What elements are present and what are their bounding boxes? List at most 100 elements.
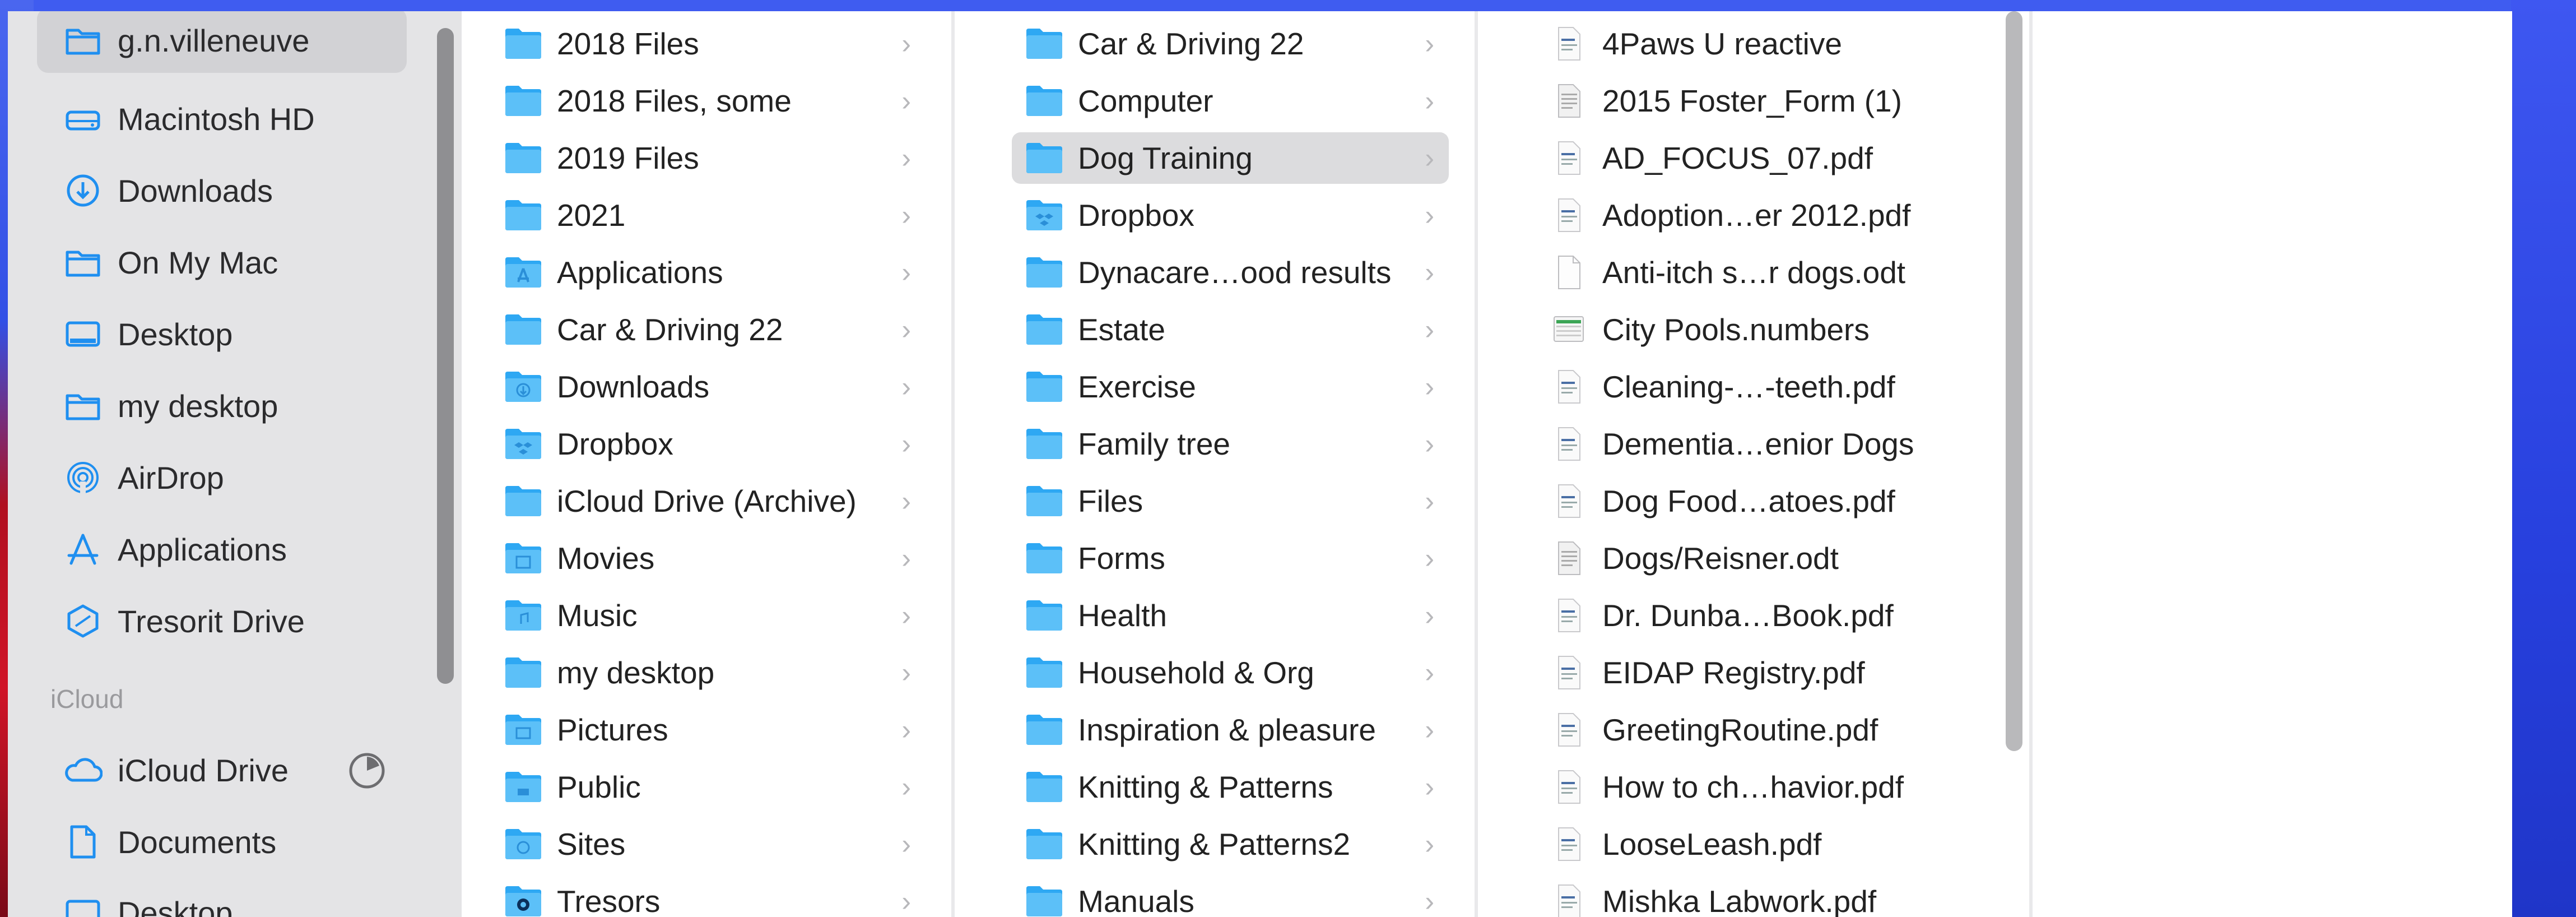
finder-window: g.n.villeneuve Macintosh HD Downloads On… — [8, 11, 2512, 917]
sidebar-item-label: Documents — [118, 824, 277, 860]
folder-row[interactable]: Dog Training › — [1012, 132, 1449, 184]
folder-row[interactable]: Inspiration & pleasure › — [1012, 704, 1449, 756]
folder-row[interactable]: Sites › — [491, 818, 926, 870]
file-row[interactable]: Mishka Labwork.pdf — [1536, 876, 2003, 917]
sidebar-item-label: Tresorit Drive — [118, 603, 305, 639]
item-name: Car & Driving 22 — [557, 312, 783, 347]
folder-icon — [63, 242, 103, 282]
column-divider[interactable] — [1475, 11, 1478, 917]
folder-row[interactable]: Movies › — [491, 532, 926, 584]
folder-row[interactable]: Exercise › — [1012, 361, 1449, 413]
folder-row[interactable]: Downloads › — [491, 361, 926, 413]
folder-row[interactable]: Tresors › — [491, 876, 926, 917]
document-file-icon — [1549, 84, 1589, 118]
item-name: Sites — [557, 827, 626, 862]
folder-row[interactable]: Dynacare…ood results › — [1012, 247, 1449, 298]
folder-row[interactable]: 2018 Files, some › — [491, 75, 926, 127]
folder-row[interactable]: Manuals › — [1012, 876, 1449, 917]
item-name: iCloud Drive (Archive) — [557, 484, 857, 518]
browser-column-3: 4Paws U reactive 2015 Foster_Form (1) AD_F… — [1514, 11, 2029, 917]
folder-row[interactable]: Car & Driving 22 › — [491, 304, 926, 355]
folder-row[interactable]: Files › — [1012, 475, 1449, 527]
file-row[interactable]: Dr. Dunba…Book.pdf — [1536, 590, 2003, 641]
folder-row[interactable]: Knitting & Patterns › — [1012, 761, 1449, 813]
item-name: Exercise — [1078, 369, 1196, 404]
browser-column-1: 2018 Files › 2018 Files, some › 2019 Files › 2… — [468, 11, 951, 917]
folder-row[interactable]: Applications › — [491, 247, 926, 298]
sidebar-item-macintosh-hd[interactable]: Macintosh HD — [37, 86, 407, 151]
sidebar-item-home[interactable]: g.n.villeneuve — [37, 11, 407, 73]
chevron-right-icon: › — [901, 428, 911, 460]
folder-row[interactable]: Household & Org › — [1012, 647, 1449, 698]
sidebar-item-applications[interactable]: Applications — [37, 517, 407, 582]
item-name: 2019 Files — [557, 141, 699, 175]
item-name: EIDAP Registry.pdf — [1602, 655, 1865, 690]
folder-row[interactable]: 2019 Files › — [491, 132, 926, 184]
folder-row[interactable]: Knitting & Patterns2 › — [1012, 818, 1449, 870]
folder-row[interactable]: my desktop › — [491, 647, 926, 698]
file-row[interactable]: GreetingRoutine.pdf — [1536, 704, 2003, 756]
sidebar-item-label: Downloads — [118, 173, 273, 209]
cloud-icon — [63, 750, 103, 790]
sidebar-section-icloud: iCloud — [50, 684, 124, 714]
sidebar-item-documents[interactable]: Documents — [37, 809, 407, 874]
item-name: Pictures — [557, 712, 668, 747]
file-row[interactable]: How to ch…havior.pdf — [1536, 761, 2003, 813]
folder-row[interactable]: Dropbox › — [491, 418, 926, 470]
folder-icon — [1024, 369, 1064, 404]
file-row[interactable]: Adoption…er 2012.pdf — [1536, 189, 2003, 241]
folder-row[interactable]: 2018 Files › — [491, 18, 926, 70]
numbers-file-icon — [1549, 312, 1589, 347]
file-row[interactable]: 2015 Foster_Form (1) — [1536, 75, 2003, 127]
file-row[interactable]: Anti-itch s…r dogs.odt — [1536, 247, 2003, 298]
folder-icon — [1024, 427, 1064, 461]
sidebar-item-icloud-drive[interactable]: iCloud Drive — [37, 738, 407, 803]
sync-progress-icon[interactable] — [348, 752, 385, 792]
file-row[interactable]: Dementia…enior Dogs — [1536, 418, 2003, 470]
file-row[interactable]: EIDAP Registry.pdf — [1536, 647, 2003, 698]
sidebar-item-desktop[interactable]: Desktop — [37, 302, 407, 367]
sidebar-item-tresorit-drive[interactable]: Tresorit Drive — [37, 589, 407, 654]
column-scrollbar[interactable] — [2006, 11, 2022, 751]
folder-row[interactable]: Car & Driving 22 › — [1012, 18, 1449, 70]
item-name: Family tree — [1078, 427, 1230, 461]
file-row[interactable]: LooseLeash.pdf — [1536, 818, 2003, 870]
folder-row[interactable]: Forms › — [1012, 532, 1449, 584]
airdrop-icon — [63, 457, 103, 498]
dropbox-folder-icon — [503, 427, 543, 461]
file-row[interactable]: AD_FOCUS_07.pdf — [1536, 132, 2003, 184]
folder-row[interactable]: Estate › — [1012, 304, 1449, 355]
folder-row[interactable]: Health › — [1012, 590, 1449, 641]
column-divider[interactable] — [951, 11, 955, 917]
folder-row[interactable]: Dropbox › — [1012, 189, 1449, 241]
chevron-right-icon: › — [901, 371, 911, 402]
folder-row[interactable]: Family tree › — [1012, 418, 1449, 470]
folder-row[interactable]: iCloud Drive (Archive) › — [491, 475, 926, 527]
desktop-icon — [63, 314, 103, 354]
sidebar-item-downloads[interactable]: Downloads — [37, 158, 407, 223]
sidebar-item-on-my-mac[interactable]: On My Mac — [37, 230, 407, 295]
sidebar-scrollbar[interactable] — [437, 28, 454, 684]
chevron-right-icon: › — [901, 714, 911, 745]
file-row[interactable]: Cleaning-…-teeth.pdf — [1536, 361, 2003, 413]
pdf-file-icon — [1549, 427, 1589, 461]
chevron-right-icon: › — [1425, 200, 1434, 231]
file-row[interactable]: Dog Food…atoes.pdf — [1536, 475, 2003, 527]
folder-row[interactable]: Music › — [491, 590, 926, 641]
folder-row[interactable]: Pictures › — [491, 704, 926, 756]
sidebar-item-airdrop[interactable]: AirDrop — [37, 445, 407, 510]
folder-icon — [1024, 770, 1064, 804]
item-name: Dropbox — [1078, 198, 1194, 233]
folder-row[interactable]: Public › — [491, 761, 926, 813]
folder-row[interactable]: 2021 › — [491, 189, 926, 241]
sidebar-item-icloud-desktop[interactable]: Desktop — [37, 880, 407, 917]
file-row[interactable]: 4Paws U reactive — [1536, 18, 2003, 70]
movies-folder-icon — [503, 541, 543, 576]
file-row[interactable]: Dogs/Reisner.odt — [1536, 532, 2003, 584]
file-row[interactable]: City Pools.numbers — [1536, 304, 2003, 355]
folder-row[interactable]: Computer › — [1012, 75, 1449, 127]
chevron-right-icon: › — [1425, 657, 1434, 688]
chevron-right-icon: › — [901, 657, 911, 688]
sidebar-item-my-desktop[interactable]: my desktop — [37, 373, 407, 438]
item-name: GreetingRoutine.pdf — [1602, 712, 1878, 747]
